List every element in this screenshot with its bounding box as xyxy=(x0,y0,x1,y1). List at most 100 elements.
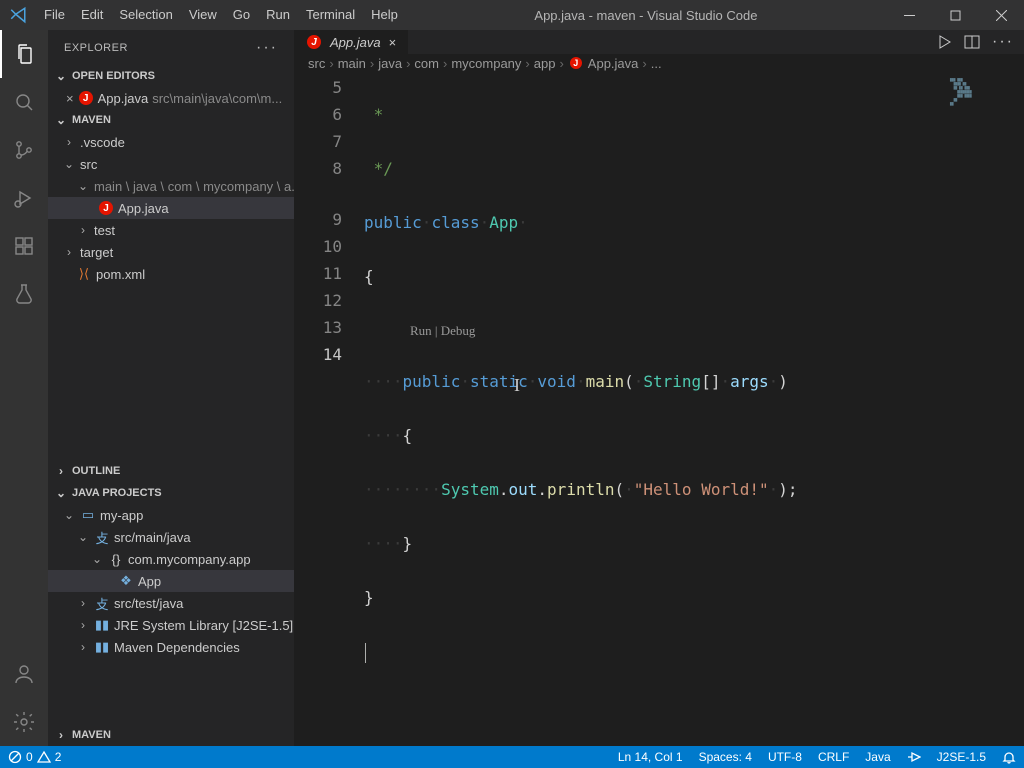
chevron-down-icon: ⌄ xyxy=(76,179,90,193)
chevron-down-icon: ⌄ xyxy=(62,157,76,171)
activity-search[interactable] xyxy=(0,78,48,126)
split-editor-icon[interactable] xyxy=(964,34,980,50)
status-encoding[interactable]: UTF-8 xyxy=(760,746,810,768)
java-error-icon xyxy=(306,34,322,50)
status-eol[interactable]: CRLF xyxy=(810,746,857,768)
tab-app-java[interactable]: App.java × xyxy=(294,30,409,54)
chevron-down-icon: ⌄ xyxy=(90,552,104,566)
menu-help[interactable]: Help xyxy=(363,0,406,30)
activity-test[interactable] xyxy=(0,270,48,318)
java-src-main[interactable]: ⌄⽁src/main/java xyxy=(48,526,294,548)
run-icon[interactable] xyxy=(936,34,952,50)
open-editor-item[interactable]: × App.java src\main\java\com\m... xyxy=(48,87,294,109)
status-lncol[interactable]: Ln 14, Col 1 xyxy=(610,746,691,768)
window-minimize[interactable] xyxy=(886,0,932,30)
file-pom-xml[interactable]: ⟩⟨pom.xml xyxy=(48,263,294,285)
open-editor-name: App.java xyxy=(98,91,149,106)
sidebar: EXPLORER ··· ⌄OPEN EDITORS × App.java sr… xyxy=(48,30,294,746)
minimap[interactable]: ███ ███ ████ ██ ██ ██ ███ ████████ ███ █… xyxy=(944,72,1024,746)
menu-go[interactable]: Go xyxy=(225,0,258,30)
chevron-right-icon: › xyxy=(76,596,90,610)
chevron-right-icon: › xyxy=(76,640,90,654)
package-icon: {} xyxy=(108,551,124,567)
line-number-gutter: 5 6 7 8 9 10 11 12 13 14 xyxy=(294,72,364,746)
file-app-java[interactable]: App.java xyxy=(48,197,294,219)
tab-bar: App.java × ··· xyxy=(294,30,1024,54)
xml-file-icon: ⟩⟨ xyxy=(76,266,92,282)
status-bar: 0 2 Ln 14, Col 1 Spaces: 4 UTF-8 CRLF Ja… xyxy=(0,746,1024,768)
chevron-down-icon: ⌄ xyxy=(54,486,68,500)
activity-account[interactable] xyxy=(0,650,48,698)
java-error-icon xyxy=(568,55,584,71)
text-editor[interactable]: 5 6 7 8 9 10 11 12 13 14 * */ public·cla… xyxy=(294,72,1024,746)
status-bell[interactable] xyxy=(994,746,1024,768)
chevron-down-icon: ⌄ xyxy=(62,508,76,522)
menu-bar: File Edit Selection View Go Run Terminal… xyxy=(36,0,406,30)
folder-test[interactable]: ›test xyxy=(48,219,294,241)
java-package[interactable]: ⌄{}com.mycompany.app xyxy=(48,548,294,570)
menu-view[interactable]: View xyxy=(181,0,225,30)
folder-src[interactable]: ⌄src xyxy=(48,153,294,175)
activity-extensions[interactable] xyxy=(0,222,48,270)
folder-target[interactable]: ›target xyxy=(48,241,294,263)
activity-debug[interactable] xyxy=(0,174,48,222)
package-folder-icon: ⽁ xyxy=(94,595,110,611)
close-icon[interactable]: × xyxy=(66,91,74,106)
window-maximize[interactable] xyxy=(932,0,978,30)
vscode-logo xyxy=(0,6,36,24)
section-outline[interactable]: ›OUTLINE xyxy=(48,460,294,482)
sidebar-title: EXPLORER xyxy=(64,42,128,54)
breadcrumbs[interactable]: src› main› java› com› mycompany› app› Ap… xyxy=(294,54,1024,72)
jre-library[interactable]: ›▮▮JRE System Library [J2SE-1.5] xyxy=(48,614,294,636)
section-java-projects[interactable]: ⌄JAVA PROJECTS xyxy=(48,482,294,504)
java-error-icon xyxy=(78,90,94,106)
chevron-right-icon: › xyxy=(54,728,68,742)
library-icon: ▮▮ xyxy=(94,617,110,633)
activity-settings[interactable] xyxy=(0,698,48,746)
chevron-right-icon: › xyxy=(76,618,90,632)
chevron-right-icon: › xyxy=(62,135,76,149)
activity-explorer[interactable] xyxy=(0,30,48,78)
chevron-down-icon: ⌄ xyxy=(76,530,90,544)
status-feedback[interactable] xyxy=(899,746,929,768)
status-spaces[interactable]: Spaces: 4 xyxy=(691,746,760,768)
window-title: App.java - maven - Visual Studio Code xyxy=(406,8,886,23)
java-class-app[interactable]: ❖App xyxy=(48,570,294,592)
chevron-down-icon: ⌄ xyxy=(54,113,68,127)
folder-vscode[interactable]: ›.vscode xyxy=(48,131,294,153)
text-cursor-icon: I xyxy=(514,372,520,399)
sidebar-more-icon[interactable]: ··· xyxy=(256,40,278,56)
library-icon: ▮▮ xyxy=(94,639,110,655)
section-maven[interactable]: ›MAVEN xyxy=(48,724,294,746)
activity-bar xyxy=(0,30,48,746)
package-folder-icon: ⽁ xyxy=(94,529,110,545)
java-src-test[interactable]: ›⽁src/test/java xyxy=(48,592,294,614)
section-open-editors[interactable]: ⌄OPEN EDITORS xyxy=(48,65,294,87)
menu-selection[interactable]: Selection xyxy=(111,0,180,30)
window-close[interactable] xyxy=(978,0,1024,30)
chevron-right-icon: › xyxy=(54,464,68,478)
code-lens[interactable]: Run | Debug xyxy=(364,317,1024,341)
menu-edit[interactable]: Edit xyxy=(73,0,111,30)
chevron-down-icon: ⌄ xyxy=(54,69,68,83)
tab-label: App.java xyxy=(330,35,381,50)
status-problems[interactable]: 0 2 xyxy=(0,746,69,768)
menu-file[interactable]: File xyxy=(36,0,73,30)
project-icon: ▭ xyxy=(80,507,96,523)
activity-source-control[interactable] xyxy=(0,126,48,174)
menu-run[interactable]: Run xyxy=(258,0,298,30)
java-error-icon xyxy=(98,200,114,216)
java-project-root[interactable]: ⌄▭my-app xyxy=(48,504,294,526)
code-content[interactable]: * */ public·class·App· { Run | Debug ···… xyxy=(364,72,1024,746)
chevron-right-icon: › xyxy=(76,223,90,237)
status-language[interactable]: Java xyxy=(857,746,898,768)
tab-close-icon[interactable]: × xyxy=(389,35,397,50)
maven-dependencies[interactable]: ›▮▮Maven Dependencies xyxy=(48,636,294,658)
editor-more-icon[interactable]: ··· xyxy=(992,34,1014,50)
cursor xyxy=(365,643,366,663)
title-bar: File Edit Selection View Go Run Terminal… xyxy=(0,0,1024,30)
section-workspace[interactable]: ⌄MAVEN xyxy=(48,109,294,131)
folder-nested-path[interactable]: ⌄main \ java \ com \ mycompany \ a... xyxy=(48,175,294,197)
status-jre[interactable]: J2SE-1.5 xyxy=(929,746,994,768)
menu-terminal[interactable]: Terminal xyxy=(298,0,363,30)
